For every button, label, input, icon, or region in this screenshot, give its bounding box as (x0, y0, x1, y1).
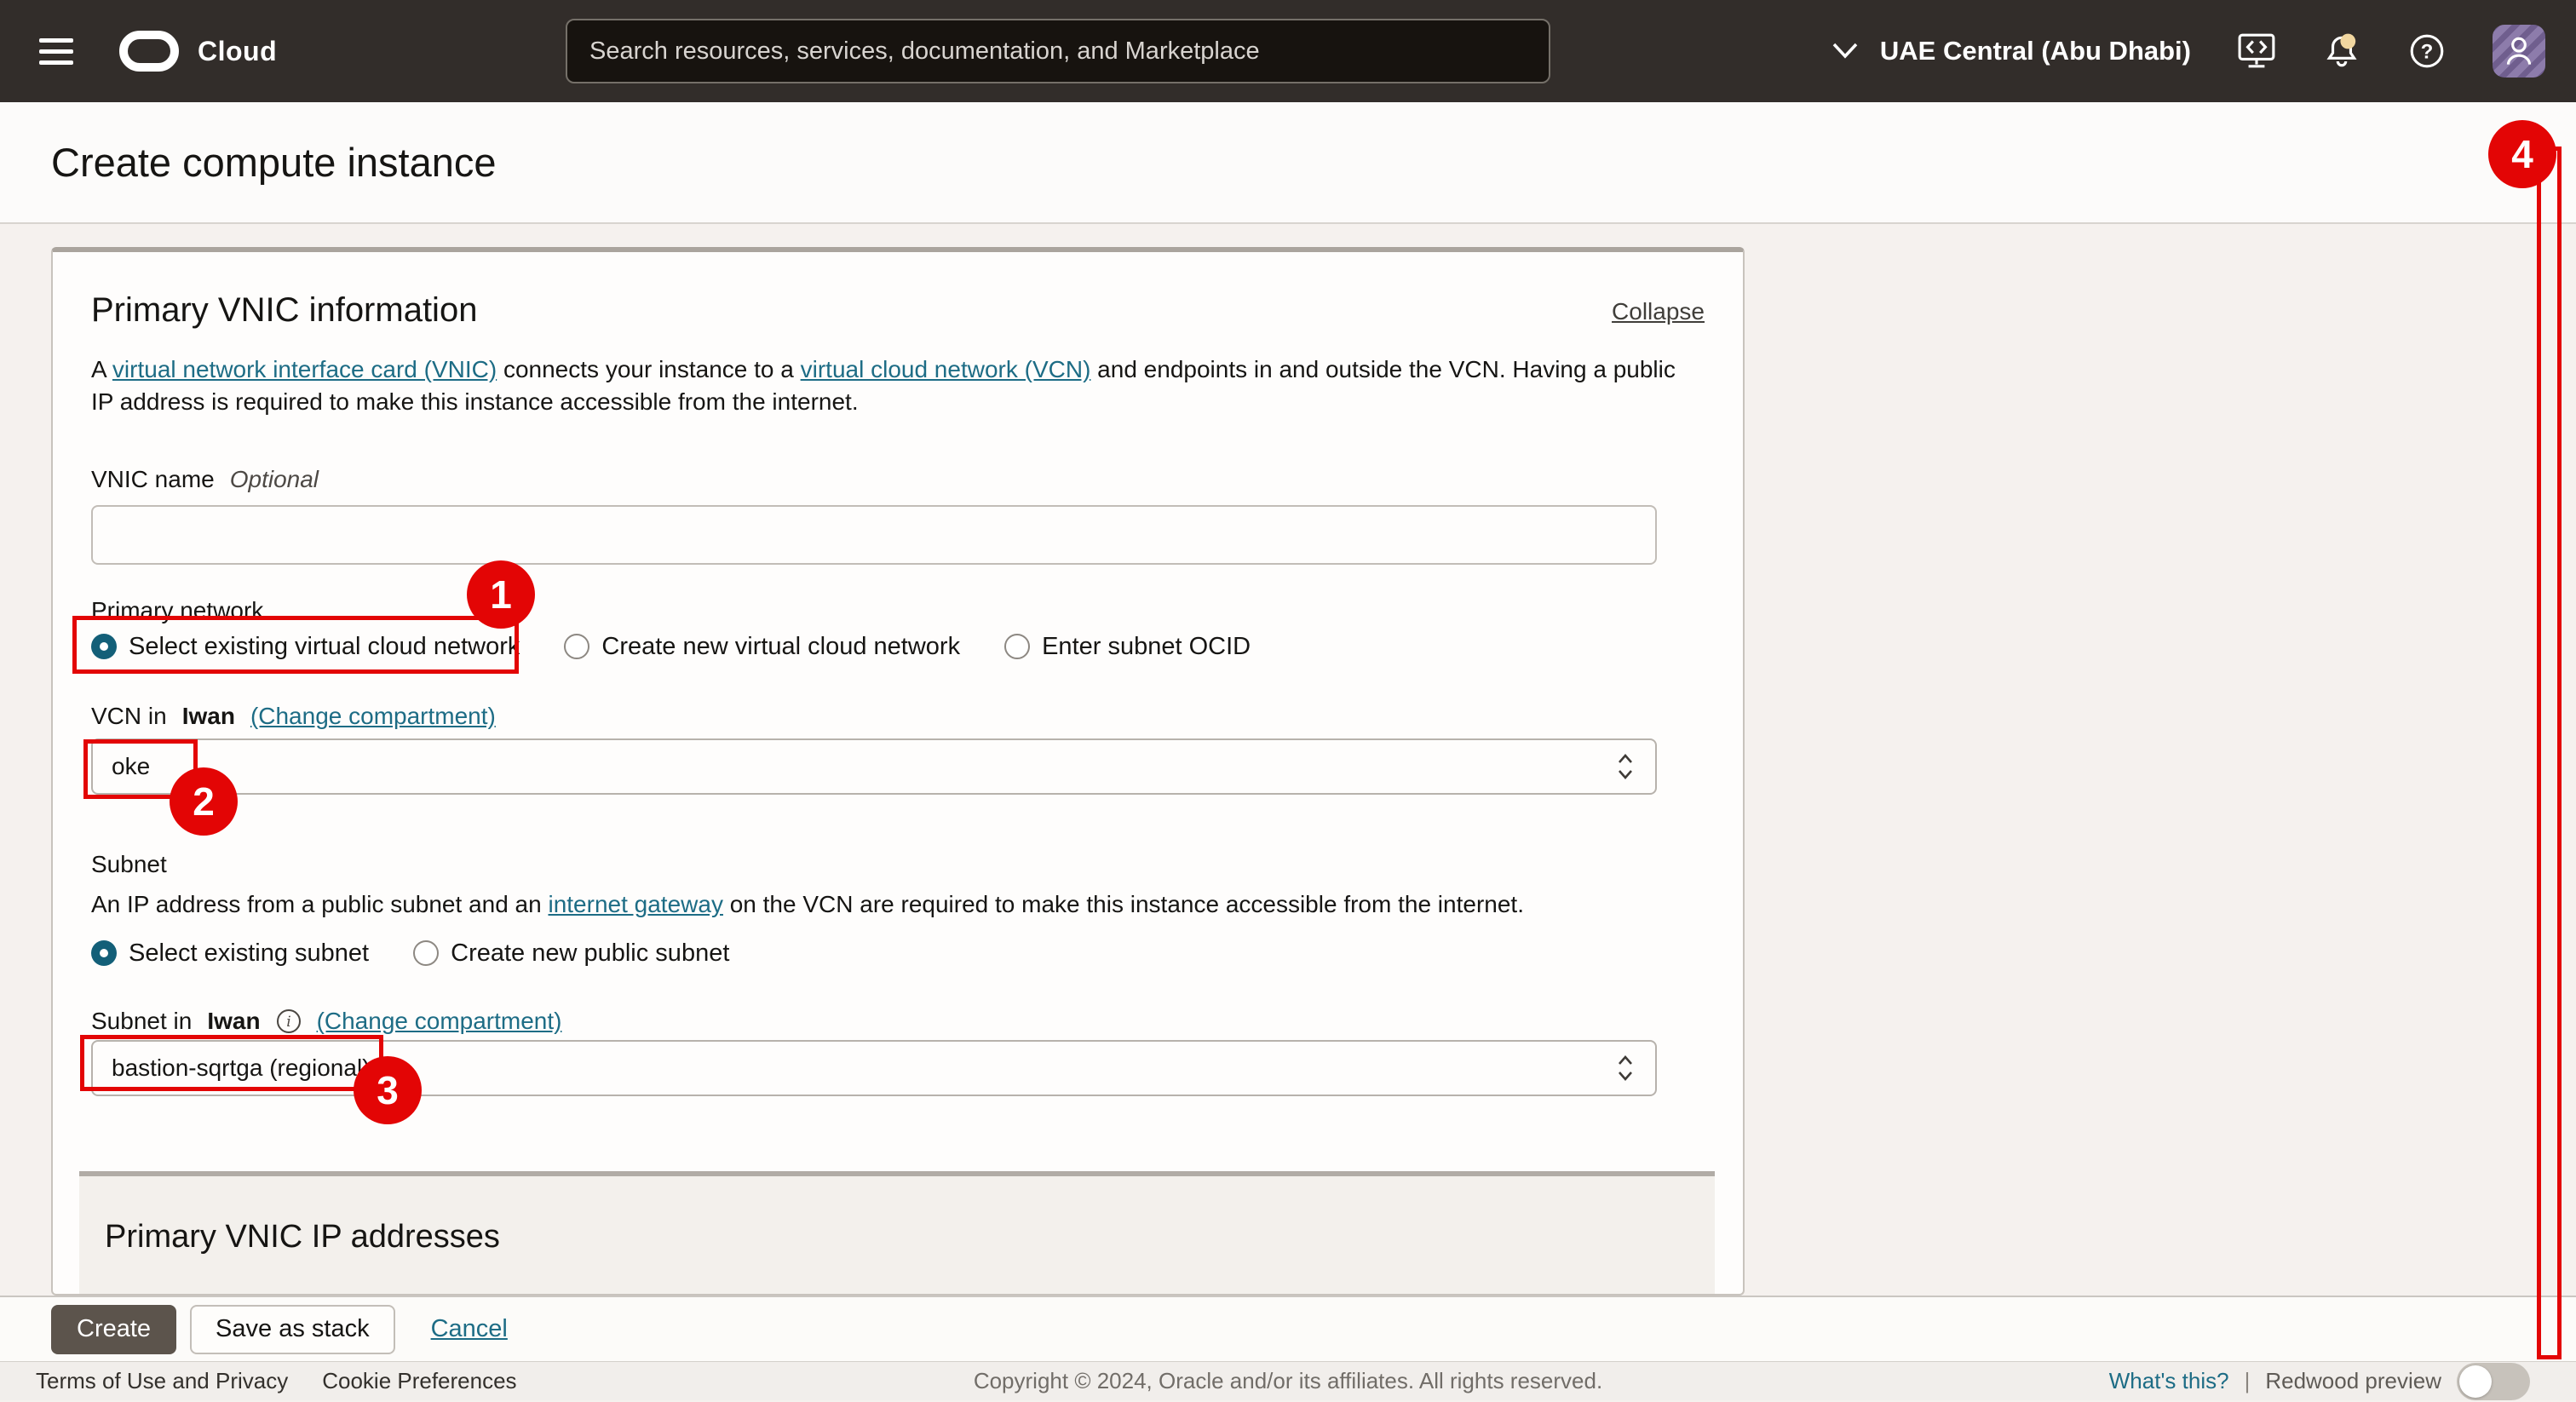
desc-text: A (91, 356, 112, 382)
radio-unselected-icon (413, 940, 439, 966)
main-content: Primary VNIC information Collapse A virt… (0, 224, 2576, 1296)
primary-network-label: Primary network (91, 597, 1705, 624)
primary-vnic-ip-section[interactable]: Primary VNIC IP addresses (79, 1171, 1715, 1296)
vnic-section-title: Primary VNIC information (91, 291, 477, 330)
desc-text: connects your instance to a (497, 356, 800, 382)
internet-gateway-link[interactable]: internet gateway (548, 891, 722, 917)
cloud-shell-icon (2237, 32, 2276, 71)
terms-link[interactable]: Terms of Use and Privacy (36, 1368, 288, 1394)
select-chevrons-icon (1614, 751, 1636, 782)
cloud-shell-button[interactable] (2237, 32, 2276, 71)
vnic-name-label: VNIC name (91, 466, 215, 493)
select-chevrons-icon (1614, 1053, 1636, 1083)
help-button[interactable]: ? (2407, 32, 2447, 71)
collapse-link[interactable]: Collapse (1612, 298, 1705, 325)
radio-label: Select existing virtual cloud network (129, 633, 520, 661)
region-label: UAE Central (Abu Dhabi) (1880, 36, 2191, 66)
help-icon: ? (2407, 32, 2447, 71)
compartment-name: Iwan (182, 703, 235, 730)
radio-unselected-icon (564, 634, 589, 659)
change-compartment-link-subnet[interactable]: (Change compartment) (317, 1008, 562, 1035)
ip-section-title: Primary VNIC IP addresses (105, 1219, 1715, 1255)
user-icon (2499, 32, 2539, 71)
top-navigation-bar: Cloud UAE Central (Abu Dhabi) ? (0, 0, 2576, 102)
radio-unselected-icon (1004, 634, 1030, 659)
redwood-preview-label: Redwood preview (2265, 1368, 2441, 1394)
copyright-text: Copyright © 2024, Oracle and/or its affi… (974, 1368, 1602, 1394)
region-selector[interactable]: UAE Central (Abu Dhabi) (1831, 36, 2191, 66)
svg-text:?: ? (2421, 40, 2434, 63)
vcn-select[interactable]: oke (91, 738, 1657, 795)
desc-text: on the VCN are required to make this ins… (723, 891, 1524, 917)
search-input[interactable] (566, 19, 1550, 83)
radio-create-new-public-subnet[interactable]: Create new public subnet (413, 939, 729, 968)
oracle-cloud-logo[interactable]: Cloud (119, 31, 277, 72)
vcn-in-label: VCN in (91, 703, 167, 730)
radio-select-existing-vcn[interactable]: Select existing virtual cloud network (91, 633, 520, 661)
redwood-preview-toggle[interactable] (2457, 1363, 2530, 1400)
bell-icon (2322, 31, 2361, 72)
vnic-name-input[interactable] (91, 505, 1657, 565)
desc-text: An IP address from a public subnet and a… (91, 891, 548, 917)
footer-bar: Terms of Use and Privacy Cookie Preferen… (0, 1361, 2576, 1400)
radio-create-new-vcn[interactable]: Create new virtual cloud network (564, 633, 960, 661)
user-avatar[interactable] (2493, 25, 2545, 78)
page-header: Create compute instance (0, 102, 2576, 224)
create-button[interactable]: Create (51, 1305, 176, 1354)
vcn-select-value: oke (112, 753, 150, 780)
cookie-preferences-link[interactable]: Cookie Preferences (322, 1368, 516, 1394)
cancel-link[interactable]: Cancel (431, 1315, 508, 1343)
subnet-description: An IP address from a public subnet and a… (91, 890, 1705, 919)
vnic-description: A virtual network interface card (VNIC) … (91, 353, 1693, 418)
toggle-knob (2459, 1365, 2492, 1398)
radio-selected-icon (91, 940, 117, 966)
optional-hint: Optional (230, 466, 319, 493)
notifications-button[interactable] (2322, 32, 2361, 71)
brand-label: Cloud (198, 36, 277, 67)
compartment-name: Iwan (207, 1008, 260, 1035)
vnic-doc-link[interactable]: virtual network interface card (VNIC) (112, 356, 497, 382)
save-as-stack-button[interactable]: Save as stack (190, 1305, 395, 1354)
chevron-down-icon (1831, 41, 1860, 61)
page-title: Create compute instance (51, 139, 497, 186)
separator: | (2245, 1368, 2251, 1394)
vcn-doc-link[interactable]: virtual cloud network (VCN) (801, 356, 1091, 382)
svg-text:i: i (286, 1014, 290, 1031)
radio-selected-icon (91, 634, 117, 659)
radio-label: Create new virtual cloud network (601, 633, 960, 661)
info-icon[interactable]: i (276, 1008, 302, 1034)
notification-badge (2340, 34, 2355, 49)
form-action-bar: Create Save as stack Cancel (0, 1296, 2576, 1361)
subnet-label: Subnet (91, 851, 1705, 878)
radio-label: Select existing subnet (129, 939, 369, 968)
radio-select-existing-subnet[interactable]: Select existing subnet (91, 939, 369, 968)
change-compartment-link-vcn[interactable]: (Change compartment) (250, 703, 496, 730)
primary-vnic-card: Primary VNIC information Collapse A virt… (51, 247, 1745, 1296)
subnet-in-label: Subnet in (91, 1008, 192, 1035)
subnet-select[interactable]: bastion-sqrtga (regional) (91, 1040, 1657, 1096)
whats-this-link[interactable]: What's this? (2109, 1368, 2229, 1394)
hamburger-menu-icon[interactable] (39, 32, 77, 72)
radio-label: Create new public subnet (451, 939, 729, 968)
radio-enter-subnet-ocid[interactable]: Enter subnet OCID (1004, 633, 1251, 661)
oracle-logo-icon (119, 31, 179, 72)
radio-label: Enter subnet OCID (1042, 633, 1251, 661)
subnet-select-value: bastion-sqrtga (regional) (112, 1054, 371, 1082)
